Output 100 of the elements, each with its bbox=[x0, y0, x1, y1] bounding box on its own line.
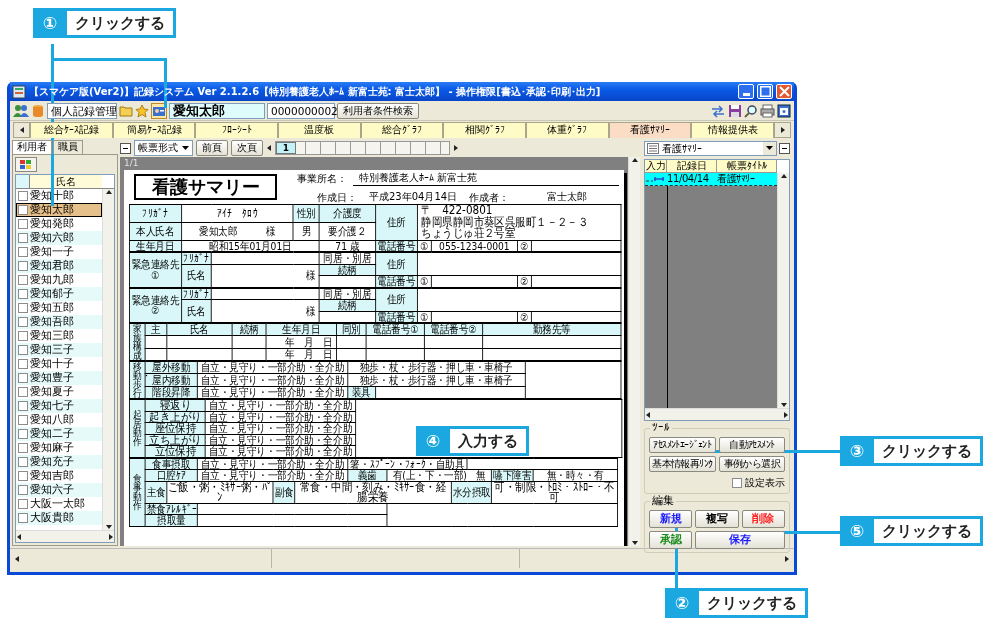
record-row[interactable]: 11/04/14 看護ｻﾏﾘｰ bbox=[645, 173, 777, 186]
list-item[interactable]: 愛知太郎 bbox=[16, 203, 102, 217]
user-id-field[interactable]: 0000000002 bbox=[267, 102, 335, 119]
search-icon[interactable] bbox=[744, 103, 758, 118]
arrow-left-icon[interactable] bbox=[16, 532, 22, 541]
checkbox[interactable] bbox=[18, 513, 28, 523]
module-field[interactable]: 個人記録管理 bbox=[47, 102, 117, 119]
checkbox[interactable] bbox=[732, 477, 742, 488]
edit-button[interactable]: 承認 bbox=[649, 531, 693, 549]
checkbox[interactable] bbox=[18, 443, 28, 453]
tab[interactable]: ﾌﾛｰｼｰﾄ bbox=[195, 122, 278, 138]
list-item[interactable]: 愛知充子 bbox=[16, 455, 102, 469]
list-item[interactable]: 愛知六郎 bbox=[16, 231, 102, 245]
edit-button[interactable]: 削除 bbox=[741, 510, 785, 528]
close-button[interactable] bbox=[776, 84, 792, 99]
checkbox[interactable] bbox=[18, 485, 28, 495]
checkbox[interactable] bbox=[18, 401, 28, 411]
search-conditions-button[interactable]: 利用者条件検索 bbox=[337, 102, 419, 119]
checkbox[interactable] bbox=[18, 471, 28, 481]
arrow-up-icon[interactable] bbox=[779, 173, 788, 180]
checkbox[interactable] bbox=[18, 219, 28, 229]
tool-button[interactable]: 基本情報再ﾘﾝｸ bbox=[649, 456, 716, 472]
checkbox[interactable] bbox=[18, 345, 28, 355]
printer-icon[interactable] bbox=[760, 103, 775, 118]
form-type-dropdown[interactable]: 看護ｻﾏﾘｰ bbox=[644, 141, 777, 156]
edit-button[interactable]: 保存 bbox=[695, 531, 785, 549]
list-item[interactable]: 愛知九郎 bbox=[16, 273, 102, 287]
list-item[interactable]: 愛知夏子 bbox=[16, 385, 102, 399]
folder-icon[interactable] bbox=[119, 104, 133, 117]
list-item[interactable]: 愛知七子 bbox=[16, 399, 102, 413]
tab[interactable]: 利用者 bbox=[12, 140, 52, 154]
tab[interactable]: 総合ｸﾞﾗﾌ bbox=[360, 122, 444, 138]
scrollbar[interactable] bbox=[102, 189, 114, 530]
window-icon[interactable] bbox=[777, 103, 791, 118]
list-item[interactable]: 愛知三子 bbox=[16, 343, 102, 357]
next-page-button[interactable]: 次頁 bbox=[231, 140, 263, 156]
tool-button[interactable]: 事例から選択 bbox=[718, 456, 785, 472]
checkbox[interactable] bbox=[18, 191, 28, 201]
star-icon[interactable] bbox=[135, 103, 149, 118]
tab[interactable]: 職員 bbox=[53, 140, 83, 154]
list-item[interactable]: 愛知五郎 bbox=[16, 301, 102, 315]
list-item[interactable]: 愛知六子 bbox=[16, 483, 102, 497]
arrow-down-icon[interactable] bbox=[104, 523, 113, 530]
scrollbar[interactable] bbox=[645, 408, 789, 420]
format-dropdown[interactable]: 帳票形式 bbox=[134, 140, 193, 156]
checkbox[interactable] bbox=[18, 415, 28, 425]
arrow-up-icon[interactable] bbox=[630, 157, 639, 164]
list-item[interactable]: 愛知君郎 bbox=[16, 259, 102, 273]
edit-button[interactable]: 新規 bbox=[649, 510, 693, 528]
checkbox[interactable] bbox=[18, 359, 28, 369]
list-item[interactable]: 愛知豊子 bbox=[16, 371, 102, 385]
list-item[interactable]: 愛知二子 bbox=[16, 427, 102, 441]
column-header[interactable]: 氏名 bbox=[30, 175, 102, 188]
arrow-right-icon[interactable] bbox=[108, 532, 114, 541]
tab[interactable]: 温度板 bbox=[278, 122, 361, 138]
maximize-button[interactable] bbox=[757, 84, 773, 99]
arrow-left-icon[interactable] bbox=[266, 144, 272, 152]
column-header[interactable]: 帳票ﾀｲﾄﾙ bbox=[717, 160, 777, 173]
list-item[interactable]: 愛知十子 bbox=[16, 357, 102, 371]
tab-scroll-right-button[interactable] bbox=[774, 122, 792, 138]
tab[interactable]: 情報提供表 bbox=[691, 122, 775, 138]
checkbox[interactable] bbox=[18, 303, 28, 313]
list-item[interactable]: 愛知発郎 bbox=[16, 217, 102, 231]
select-all-cell[interactable] bbox=[16, 175, 30, 188]
arrow-left-icon[interactable] bbox=[645, 410, 651, 419]
list-item[interactable]: 愛知麻子 bbox=[16, 441, 102, 455]
tab[interactable]: 看護ｻﾏﾘｰ bbox=[608, 122, 692, 138]
grid-view-button[interactable] bbox=[15, 157, 37, 172]
tool-button[interactable]: 自動ｱｾｽﾒﾝﾄ bbox=[718, 437, 785, 453]
checkbox[interactable] bbox=[18, 247, 28, 257]
checkbox[interactable] bbox=[18, 331, 28, 341]
scrollbar[interactable] bbox=[628, 157, 640, 546]
collapse-icon[interactable] bbox=[779, 143, 790, 154]
checkbox[interactable] bbox=[18, 205, 28, 215]
list-item[interactable]: 愛知吉郎 bbox=[16, 469, 102, 483]
arrow-down-icon[interactable] bbox=[779, 401, 788, 408]
arrow-right-icon[interactable] bbox=[784, 554, 790, 563]
arrow-right-icon[interactable] bbox=[783, 410, 789, 419]
collapse-icon[interactable] bbox=[120, 142, 131, 154]
arrow-down-icon[interactable] bbox=[630, 539, 639, 546]
arrow-left-icon[interactable] bbox=[14, 554, 20, 563]
column-header[interactable]: 入力 bbox=[645, 160, 667, 173]
checkbox[interactable] bbox=[18, 289, 28, 299]
scrollbar[interactable] bbox=[16, 530, 114, 542]
list-item[interactable]: 愛知吾郎 bbox=[16, 315, 102, 329]
users-icon[interactable] bbox=[13, 103, 29, 118]
list-item[interactable]: 愛知八郎 bbox=[16, 413, 102, 427]
checkbox[interactable] bbox=[18, 275, 28, 285]
tool-button[interactable]: ｱｾｽﾒﾝﾄｴｰｼﾞｪﾝﾄ bbox=[649, 437, 716, 453]
checkbox[interactable] bbox=[18, 387, 28, 397]
edit-button[interactable]: 複写 bbox=[695, 510, 739, 528]
list-item[interactable]: 愛知郁子 bbox=[16, 287, 102, 301]
tab-scroll-left-button[interactable] bbox=[13, 122, 30, 138]
database-icon[interactable] bbox=[31, 103, 45, 118]
id-card-icon[interactable] bbox=[151, 102, 167, 119]
checkbox[interactable] bbox=[18, 373, 28, 383]
checkbox[interactable] bbox=[18, 457, 28, 467]
arrow-right-icon[interactable] bbox=[453, 144, 459, 152]
list-item[interactable]: 愛知一子 bbox=[16, 245, 102, 259]
tab[interactable]: 体重ｸﾞﾗﾌ bbox=[526, 122, 609, 138]
